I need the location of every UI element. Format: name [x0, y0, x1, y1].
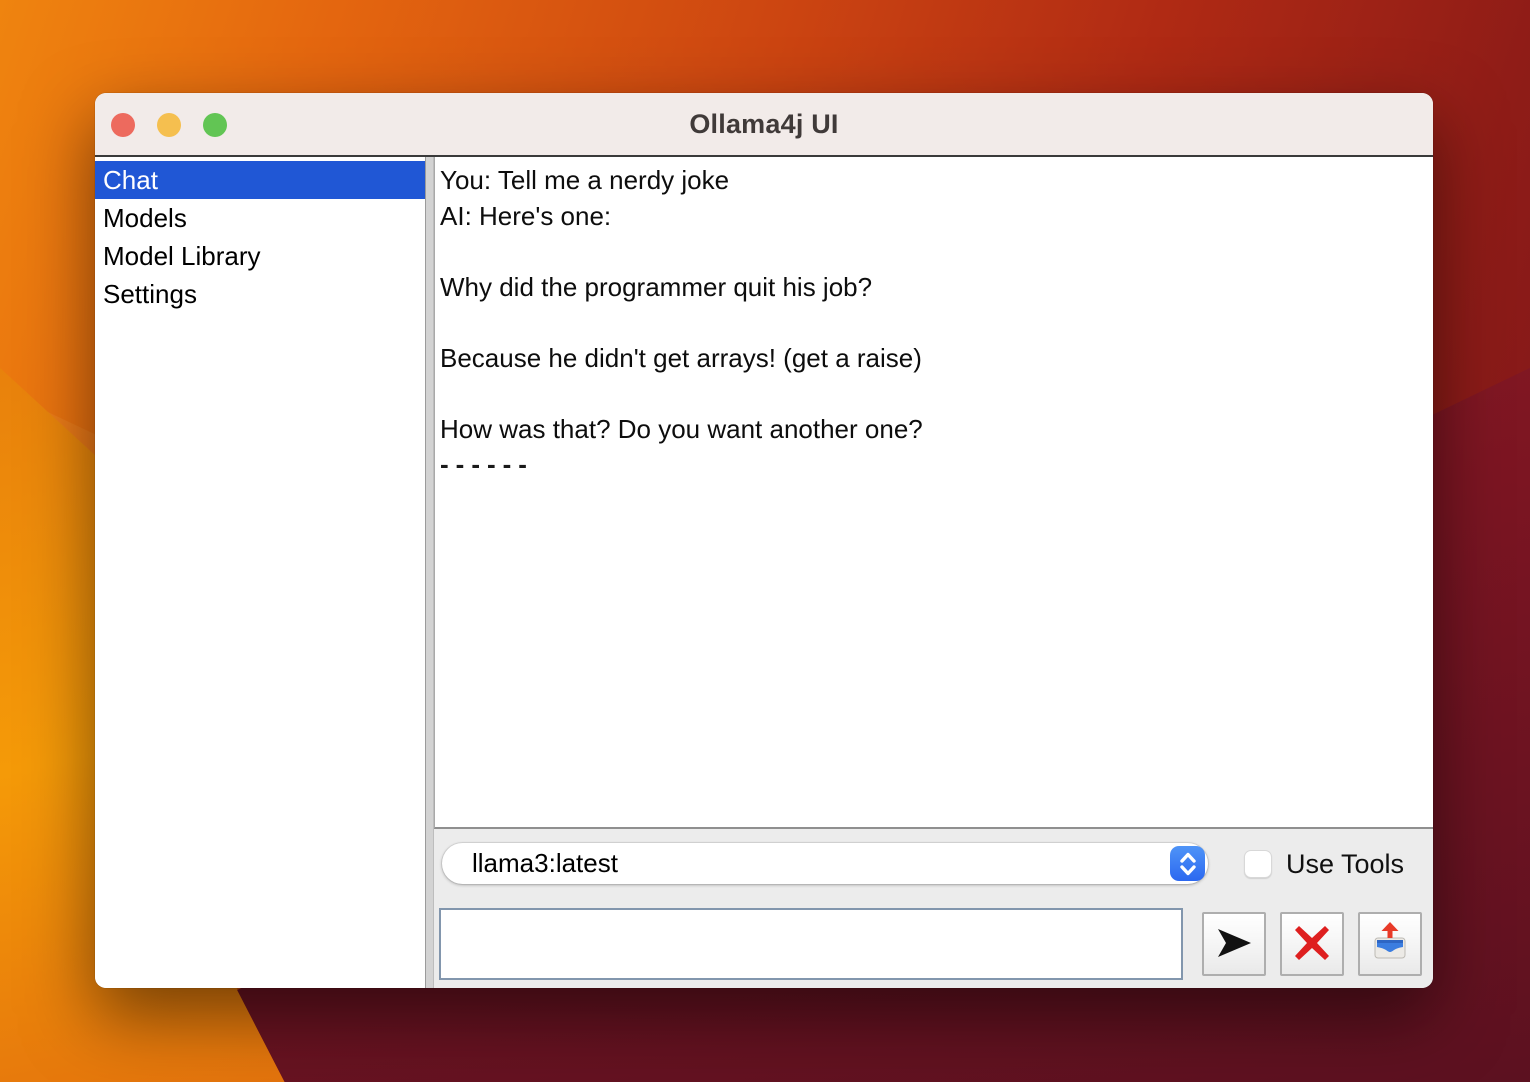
chat-line [440, 376, 1421, 412]
use-tools-label: Use Tools [1286, 849, 1404, 880]
window-titlebar[interactable]: Ollama4j UI [95, 93, 1433, 157]
upload-button[interactable] [1358, 912, 1422, 976]
zoom-button[interactable] [203, 113, 227, 137]
app-window: Ollama4j UI Chat Models Model Library Se… [95, 93, 1433, 988]
chat-line: You: Tell me a nerdy joke [440, 163, 1421, 199]
send-arrow-icon [1214, 926, 1254, 963]
chat-line: Because he didn't get arrays! (get a rai… [440, 341, 1421, 377]
sidebar-item-models[interactable]: Models [95, 199, 425, 237]
chat-transcript[interactable]: You: Tell me a nerdy joke AI: Here's one… [434, 157, 1433, 829]
sidebar-item-chat[interactable]: Chat [95, 161, 425, 199]
splitpane-divider[interactable] [425, 157, 434, 988]
up-down-chevrons-icon [1170, 846, 1205, 881]
close-button[interactable] [111, 113, 135, 137]
chat-line [440, 234, 1421, 270]
clear-chat-button[interactable] [1280, 912, 1344, 976]
window-content: Chat Models Model Library Settings You: … [95, 157, 1433, 988]
sidebar-item-settings[interactable]: Settings [95, 275, 425, 313]
message-input[interactable] [439, 908, 1183, 980]
model-select-value: llama3:latest [442, 848, 1170, 879]
chat-line: Why did the programmer quit his job? [440, 270, 1421, 306]
upload-tray-icon [1368, 921, 1412, 968]
minimize-button[interactable] [157, 113, 181, 137]
chat-panel: You: Tell me a nerdy joke AI: Here's one… [434, 157, 1433, 988]
window-title: Ollama4j UI [689, 109, 838, 140]
composer-panel: llama3:latest Use Tools [434, 829, 1433, 988]
use-tools-checkbox[interactable] [1244, 850, 1272, 878]
navigation-list: Chat Models Model Library Settings [95, 157, 425, 988]
stream-separator: ------ [440, 447, 1421, 483]
chat-line: How was that? Do you want another one? [440, 412, 1421, 448]
sidebar-item-model-library[interactable]: Model Library [95, 237, 425, 275]
traffic-lights [111, 113, 227, 137]
model-select[interactable]: llama3:latest [442, 843, 1208, 884]
chat-line [440, 305, 1421, 341]
chat-line: AI: Here's one: [440, 199, 1421, 235]
red-x-icon [1292, 923, 1332, 966]
send-button[interactable] [1202, 912, 1266, 976]
